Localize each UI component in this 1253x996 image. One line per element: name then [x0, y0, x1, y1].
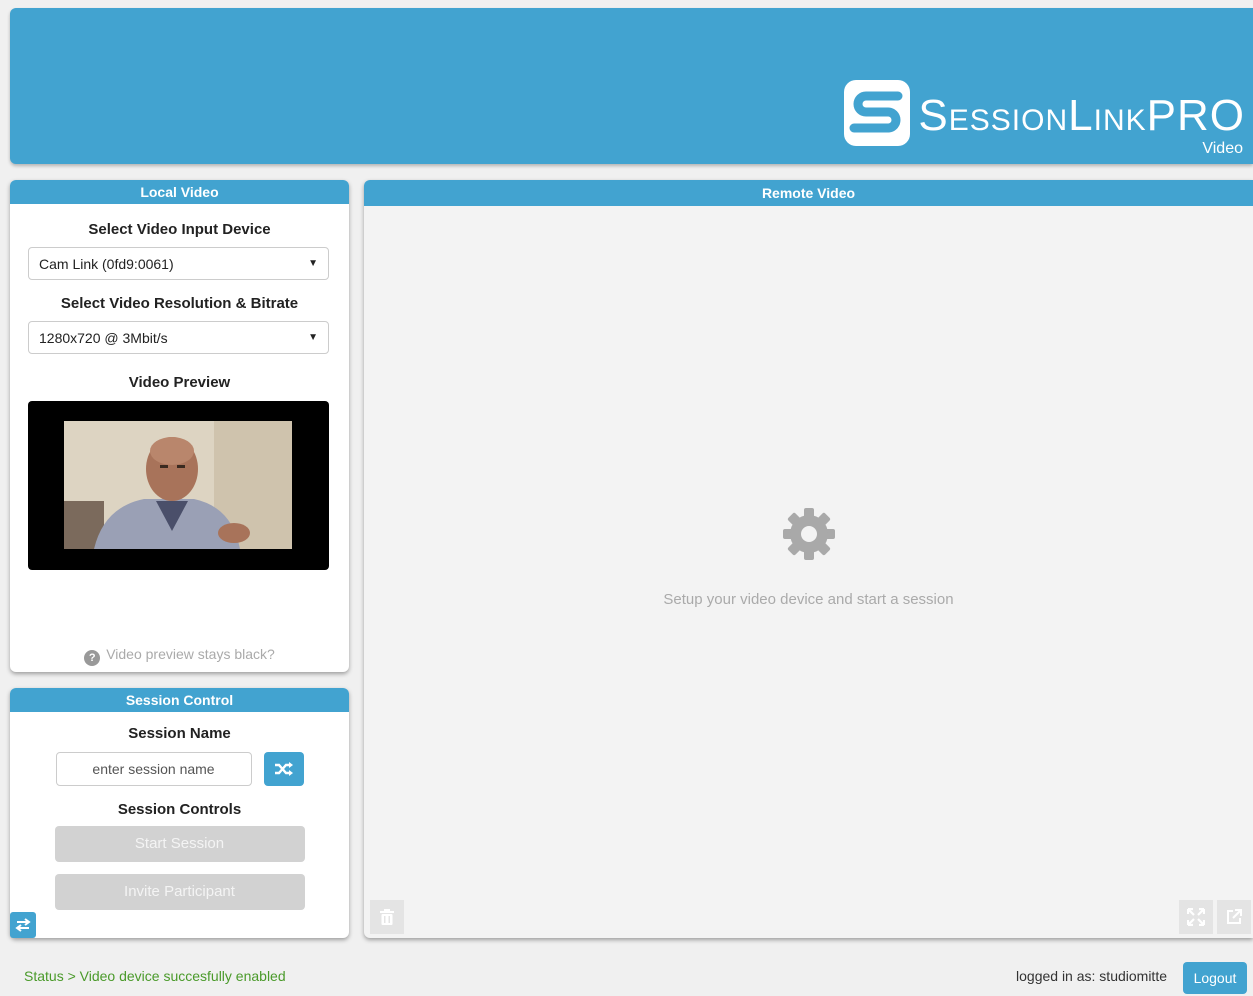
swap-icon: [15, 918, 31, 932]
logo-subtitle: Video: [1202, 140, 1243, 157]
session-control-panel: Session Control Session Name Session Con…: [10, 688, 349, 938]
local-video-title: Local Video: [10, 180, 349, 204]
session-name-input[interactable]: [55, 752, 252, 786]
session-name-label: Session Name: [128, 725, 231, 742]
video-device-select[interactable]: Cam Link (0fd9:0061) ▼: [28, 247, 329, 280]
session-control-title: Session Control: [10, 688, 349, 712]
resolution-select-label: Select Video Resolution & Bitrate: [60, 295, 299, 312]
session-name-row: [10, 752, 349, 786]
random-name-button[interactable]: [263, 752, 304, 786]
logo-mark-icon: [844, 80, 911, 146]
resolution-select[interactable]: 1280x720 @ 3Mbit/s ▼: [28, 321, 329, 354]
device-select-label: Select Video Input Device: [88, 221, 271, 238]
invite-participant-button[interactable]: Invite Participant: [54, 874, 305, 910]
remote-video-title: Remote Video: [364, 180, 1253, 206]
app-header: SESSIONLINKPRO Video: [10, 8, 1253, 164]
person-illustration: [64, 421, 292, 549]
local-video-panel: Local Video Select Video Input Device Ca…: [10, 180, 349, 672]
fullscreen-icon: [1187, 908, 1205, 926]
preview-help-link[interactable]: ? Video preview stays black?: [10, 646, 349, 666]
fullscreen-button[interactable]: [1179, 900, 1213, 934]
video-preview-label: Video Preview: [128, 374, 231, 391]
shuffle-icon: [274, 762, 293, 776]
resolution-value: 1280x720 @ 3Mbit/s: [39, 329, 168, 346]
logo-wordmark: SESSIONLINKPRO: [918, 91, 1245, 140]
help-text: Video preview stays black?: [106, 646, 275, 662]
help-icon: ?: [84, 650, 101, 666]
video-preview-image: [64, 421, 292, 549]
popout-button[interactable]: [1217, 900, 1251, 934]
clear-button[interactable]: [370, 900, 404, 934]
trash-icon: [380, 909, 394, 925]
dropdown-caret-icon: ▼: [308, 332, 318, 343]
swap-panels-button[interactable]: [10, 912, 36, 938]
gear-icon: [782, 508, 835, 560]
remote-video-panel: Remote Video Setup your video device and…: [364, 180, 1253, 938]
remote-placeholder: Setup your video device and start a sess…: [364, 506, 1253, 608]
session-controls-label: Session Controls: [117, 801, 242, 818]
video-preview: [28, 401, 329, 570]
status-text: Status > Video device succesfully enable…: [24, 968, 286, 984]
dropdown-caret-icon: ▼: [308, 258, 318, 269]
logged-in-user: logged in as: studiomitte: [1016, 968, 1167, 984]
video-device-value: Cam Link (0fd9:0061): [39, 255, 174, 272]
remote-status-message: Setup your video device and start a sess…: [663, 591, 954, 608]
sessionlink-logo: SESSIONLINKPRO Video: [842, 78, 1245, 168]
start-session-button[interactable]: Start Session: [54, 826, 305, 862]
popout-icon: [1227, 909, 1242, 924]
logout-button[interactable]: Logout: [1183, 962, 1247, 994]
